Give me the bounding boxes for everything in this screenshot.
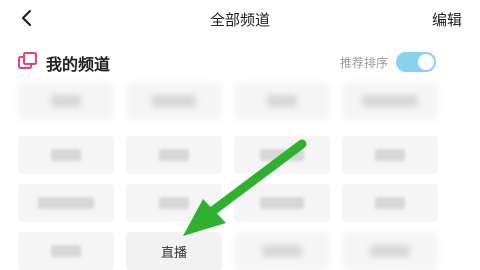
section-title: 我的频道 (46, 55, 111, 74)
channel-tile[interactable] (342, 136, 438, 174)
annotation-arrow-icon (183, 139, 307, 236)
channel-tile-live[interactable]: 直播 (126, 232, 222, 270)
channel-tile[interactable] (126, 136, 222, 174)
edit-button[interactable]: 编辑 (432, 9, 462, 30)
channel-tile[interactable] (18, 184, 114, 222)
channel-tile[interactable] (18, 82, 114, 120)
channel-tile[interactable] (18, 136, 114, 174)
channel-tile[interactable] (342, 232, 438, 270)
my-channels-header: 我的频道 推荐排序 (0, 46, 480, 76)
channel-tile[interactable] (234, 82, 330, 120)
channel-tile[interactable] (126, 184, 222, 222)
channel-tile[interactable] (234, 136, 330, 174)
channel-tile[interactable] (342, 82, 438, 120)
channel-tile[interactable] (126, 82, 222, 120)
channels-icon (18, 52, 37, 69)
channel-tile[interactable] (342, 184, 438, 222)
recommend-sort-toggle[interactable] (396, 52, 436, 72)
channel-label: 直播 (160, 245, 187, 261)
all-channels-screen: 全部频道 编辑 我的频道 推荐排序 直播 (0, 0, 480, 270)
top-nav-bar: 全部频道 编辑 (0, 0, 480, 36)
channel-tile[interactable] (234, 232, 330, 270)
toggle-knob (418, 54, 434, 70)
page-title: 全部频道 (209, 11, 270, 29)
recommend-sort-label: 推荐排序 (339, 56, 388, 70)
channel-tile[interactable] (234, 184, 330, 222)
channel-tile[interactable] (18, 232, 114, 270)
